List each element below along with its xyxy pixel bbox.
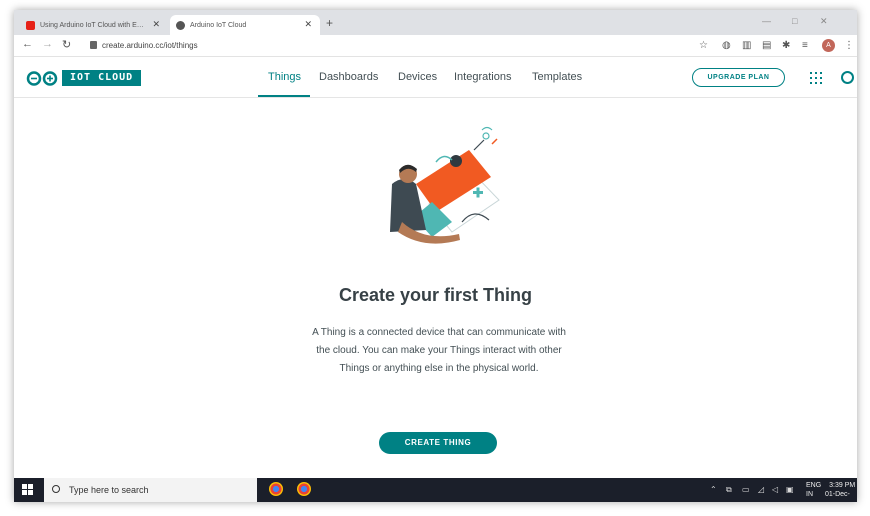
upgrade-plan-button[interactable]: UPGRADE PLAN <box>692 68 785 87</box>
reload-icon[interactable]: ↻ <box>62 38 71 51</box>
tray-chevron-icon[interactable]: ⌃ <box>710 485 717 494</box>
create-thing-button[interactable]: CREATE THING <box>379 432 497 454</box>
windows-taskbar: Type here to search ⌃ ⧉ ▭ ◿ ◁ ▣ ENG 3:39… <box>14 478 857 502</box>
taskbar-clock[interactable]: ENG 3:39 PM IN 01-Dec- <box>806 481 855 499</box>
back-icon[interactable]: ← <box>22 38 33 50</box>
nav-templates[interactable]: Templates <box>532 71 582 83</box>
close-tab-icon[interactable]: ✕ <box>152 19 160 30</box>
notification-icon[interactable]: ▣ <box>786 485 794 494</box>
close-tab-icon[interactable]: ✕ <box>304 19 312 30</box>
chrome-taskbar-icon[interactable] <box>269 482 283 496</box>
browser-window: Using Arduino IoT Cloud with E… ✕ Arduin… <box>14 10 857 502</box>
tab-strip: Using Arduino IoT Cloud with E… ✕ Arduin… <box>14 10 857 35</box>
active-tab-indicator <box>258 95 310 97</box>
browser-tab-youtube[interactable]: Using Arduino IoT Cloud with E… ✕ <box>20 15 168 35</box>
extension-icon[interactable]: ✱ <box>782 40 790 51</box>
logo-text[interactable]: IOT CLOUD <box>62 70 142 86</box>
user-account-icon[interactable] <box>841 71 854 84</box>
profile-avatar[interactable]: A <box>822 39 835 52</box>
bookmark-star-icon[interactable]: ☆ <box>699 40 708 51</box>
clock-time: 3:39 PM <box>829 482 856 489</box>
forward-icon[interactable]: → <box>42 38 53 50</box>
nav-devices[interactable]: Devices <box>398 71 437 83</box>
taskbar-search-placeholder[interactable]: Type here to search <box>69 485 149 495</box>
extension-icon[interactable]: ▥ <box>742 40 751 51</box>
region-indicator: IN <box>806 491 813 498</box>
lock-icon <box>90 41 97 49</box>
youtube-icon <box>26 20 35 30</box>
new-tab-icon[interactable]: + <box>326 16 333 30</box>
network-icon[interactable]: ⧉ <box>726 485 732 495</box>
page-description: A Thing is a connected device that can c… <box>312 327 566 374</box>
app-header: IOT CLOUD Things Dashboards Devices Inte… <box>14 58 857 98</box>
nav-dashboards[interactable]: Dashboards <box>319 71 378 83</box>
thing-illustration <box>390 126 500 244</box>
url-field[interactable]: create.arduino.cc/iot/things <box>102 41 198 50</box>
arduino-favicon-icon <box>176 20 185 30</box>
browser-tab-iot-cloud[interactable]: Arduino IoT Cloud ✕ <box>170 15 320 35</box>
menu-kebab-icon[interactable]: ⋮ <box>844 40 854 51</box>
battery-icon[interactable]: ▭ <box>742 485 750 494</box>
extension-icon[interactable]: ▤ <box>762 40 771 51</box>
page-title: Create your first Thing <box>338 285 533 305</box>
extension-icon[interactable]: ◍ <box>722 40 731 51</box>
clock-date: 01-Dec- <box>824 491 850 498</box>
arduino-logo-icon[interactable] <box>26 71 58 86</box>
language-indicator: ENG <box>806 482 822 489</box>
address-bar: ← → ↻ create.arduino.cc/iot/things ☆ ◍ ▥… <box>14 35 857 57</box>
apps-grid-icon[interactable] <box>810 72 822 84</box>
nav-integrations[interactable]: Integrations <box>454 71 511 83</box>
search-icon <box>52 485 60 493</box>
maximize-icon[interactable]: □ <box>792 16 797 26</box>
windows-start-icon[interactable] <box>22 484 34 496</box>
reading-list-icon[interactable]: ≡ <box>802 40 808 51</box>
minimize-icon[interactable]: — <box>762 16 771 26</box>
close-window-icon[interactable]: ✕ <box>820 16 828 27</box>
tab-label: Using Arduino IoT Cloud with E… <box>40 21 144 29</box>
volume-icon[interactable]: ◁ <box>772 485 778 494</box>
tab-label: Arduino IoT Cloud <box>190 21 247 29</box>
chrome-taskbar-icon[interactable] <box>297 482 311 496</box>
wifi-icon[interactable]: ◿ <box>758 485 764 494</box>
nav-things[interactable]: Things <box>268 71 301 83</box>
